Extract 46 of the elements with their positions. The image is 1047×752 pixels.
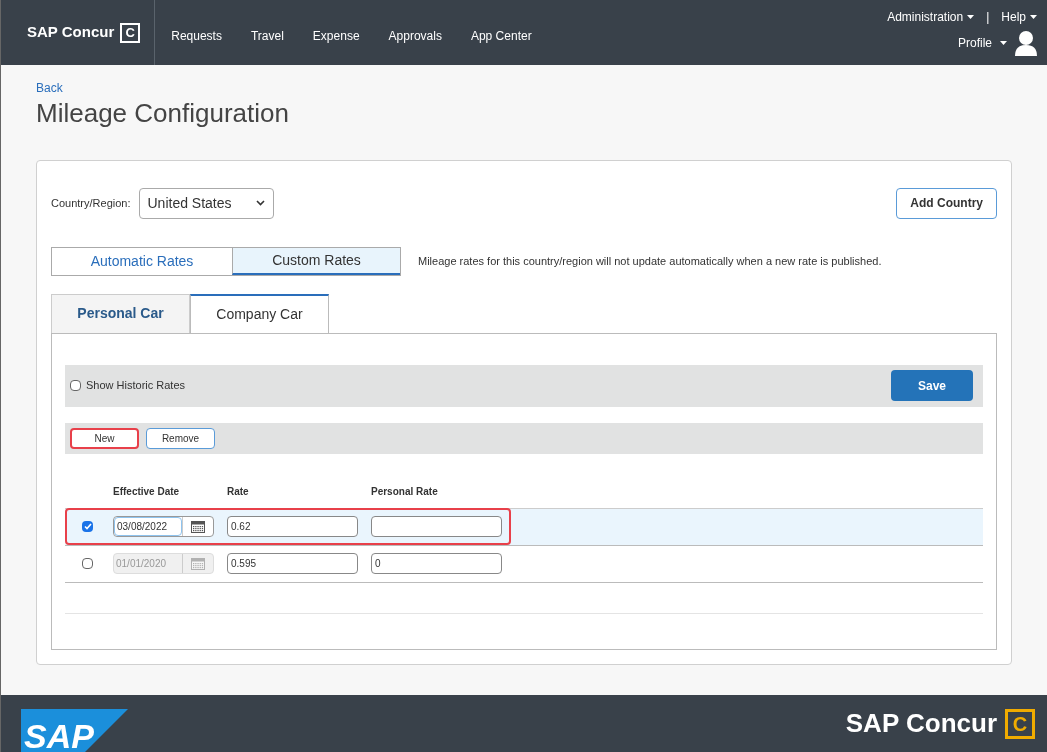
nav-link[interactable]: Expense bbox=[312, 27, 360, 45]
checkbox[interactable] bbox=[70, 380, 81, 391]
column-header: Rate bbox=[227, 484, 250, 499]
brand-mark: C bbox=[120, 22, 141, 43]
save-button[interactable]: Save bbox=[891, 370, 973, 401]
country-label: Country/Region: bbox=[51, 195, 131, 211]
date-field[interactable]: 03/08/2022 bbox=[113, 516, 214, 537]
column-header: Effective Date bbox=[113, 484, 181, 499]
table-row[interactable]: 03/08/2022 0.62 bbox=[65, 508, 983, 546]
administration-menu[interactable]: Administration bbox=[887, 8, 975, 26]
footer-brand: SAP Concur bbox=[845, 707, 997, 740]
add-country-button[interactable]: Add Country bbox=[896, 187, 997, 219]
brand-name: SAP Concur bbox=[27, 22, 115, 43]
back-link[interactable]: Back bbox=[36, 79, 1012, 97]
chevron-icon bbox=[255, 200, 265, 206]
car-tab[interactable]: Company Car bbox=[190, 293, 329, 333]
column-header: Personal Rate bbox=[371, 484, 438, 499]
caret-icon bbox=[1000, 41, 1007, 45]
action-button[interactable]: Remove bbox=[146, 427, 215, 449]
page-title: Mileage Configuration bbox=[36, 97, 290, 130]
profile-menu[interactable]: Profile bbox=[958, 34, 1007, 52]
action-button[interactable]: New bbox=[70, 427, 139, 449]
checkmark-icon bbox=[83, 523, 92, 530]
car-tab[interactable]: Personal Car bbox=[51, 293, 190, 333]
brand-mark: C bbox=[1005, 708, 1035, 739]
rate-tab[interactable]: Custom Rates bbox=[232, 247, 400, 275]
sap-logo: SAP bbox=[21, 709, 128, 752]
nav-link[interactable]: Requests bbox=[171, 27, 222, 45]
user-icon[interactable] bbox=[1015, 30, 1037, 56]
personal-rate-field[interactable]: 0 bbox=[371, 553, 502, 574]
row-checkbox[interactable] bbox=[82, 521, 93, 532]
menu-separator: | bbox=[986, 9, 990, 26]
rate-field[interactable]: 0.62 bbox=[227, 516, 358, 537]
calendar-icon[interactable] bbox=[191, 520, 205, 533]
nav-link[interactable]: Travel bbox=[250, 27, 284, 45]
personal-rate-field[interactable] bbox=[371, 516, 502, 537]
country-select[interactable]: United States bbox=[138, 187, 274, 219]
checkbox-label: Show Historic Rates bbox=[86, 378, 186, 394]
rate-note: Mileage rates for this country/region will not update automatically when a new rate is published. bbox=[418, 253, 882, 269]
rate-field[interactable]: 0.595 bbox=[227, 553, 358, 574]
nav-link[interactable]: Approvals bbox=[388, 27, 442, 45]
nav-link[interactable]: App Center bbox=[470, 27, 532, 45]
help-menu[interactable]: Help bbox=[1001, 8, 1037, 26]
row-checkbox[interactable] bbox=[82, 558, 93, 569]
caret-icon bbox=[1030, 15, 1037, 19]
caret-icon bbox=[967, 15, 975, 19]
